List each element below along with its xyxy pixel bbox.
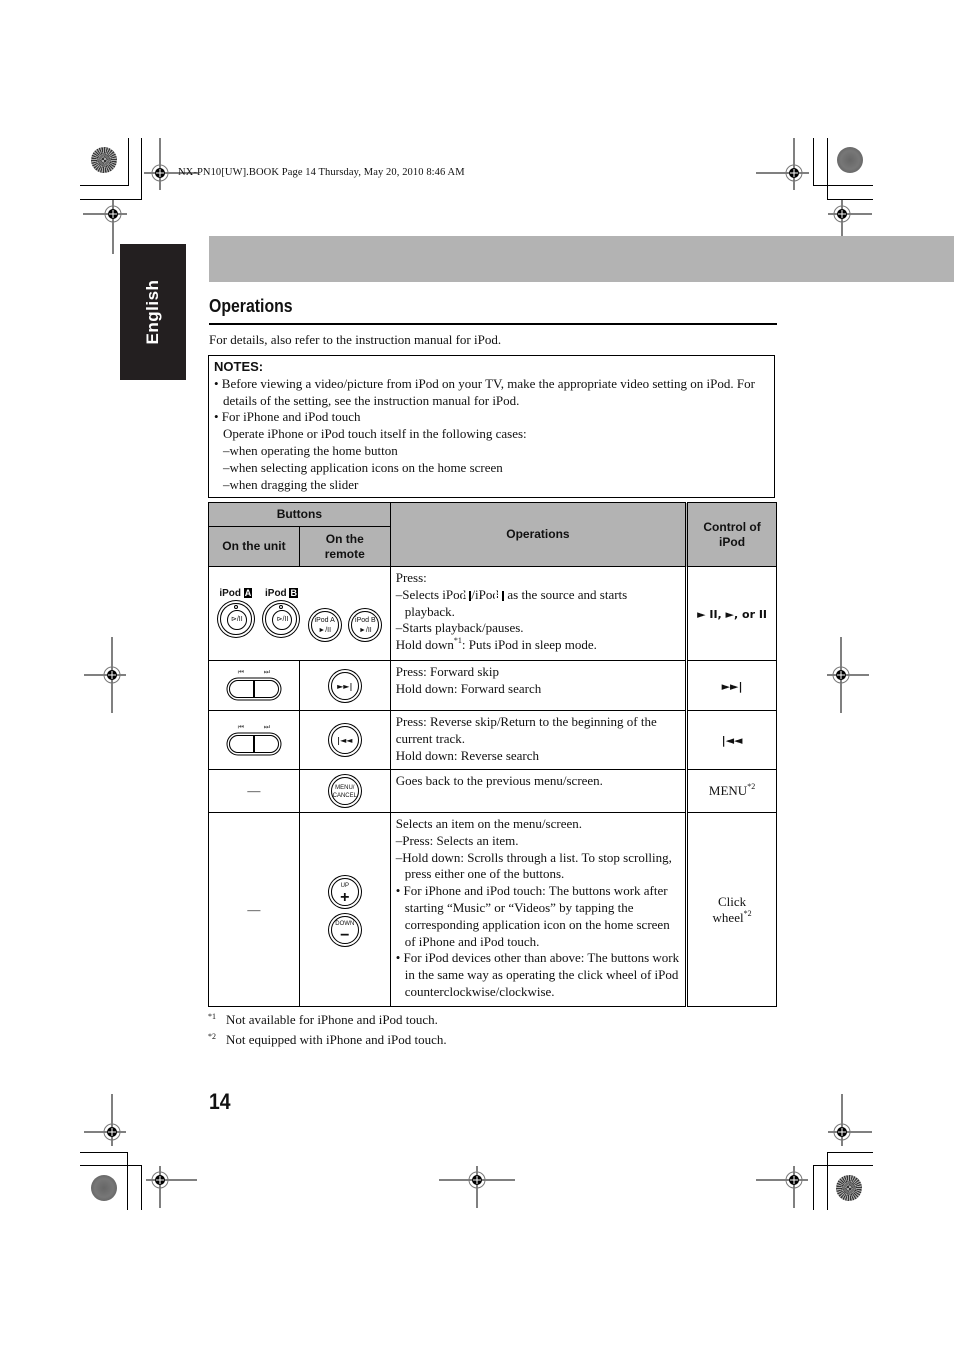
section-title: Operations	[209, 296, 293, 316]
table-row: — MENU/ CANCEL Goes back to the previous…	[208, 769, 777, 813]
control-cell: |◄◄	[685, 710, 777, 770]
unit-cell: ⏮ ⏭	[208, 710, 300, 770]
remote-cell: MENU/ CANCEL	[298, 769, 391, 813]
control-cell: ►►|	[685, 660, 777, 711]
buttons-cell: iPod A ⊳/II iPod B ⊳/II iPod A ►/II iPod…	[208, 566, 391, 661]
intro-text: For details, also refer to the instructi…	[209, 332, 502, 347]
operations-cell: Press: Reverse skip/Return to the beginn…	[389, 710, 688, 770]
note-subtext: Operate iPhone or iPod touch itself in t…	[223, 426, 527, 442]
note-item: • For iPhone and iPod touch	[214, 409, 361, 425]
remote-cell: UP + DOWN −	[298, 812, 391, 1007]
header-on-remote: On the remote	[298, 526, 391, 567]
note-case: –when selecting application icons on the…	[223, 459, 503, 475]
language-tab: English	[120, 244, 186, 380]
table-row: — UP + DOWN − Selects an item on the men…	[208, 812, 777, 1007]
footnote: *1 Not available for iPhone and iPod touc…	[208, 1012, 438, 1027]
header-bar	[209, 236, 954, 282]
table-row: ⏮ ⏭ ►►| Press: Forward skip Hold down: Fo…	[208, 660, 777, 711]
remote-cell: |◄◄	[298, 710, 391, 770]
notes-heading: NOTES:	[214, 359, 264, 374]
up-plus-button-icon: UP +	[330, 878, 359, 906]
control-cell: ► II, ►, or II	[685, 566, 777, 661]
note-case: –when dragging the slider	[223, 476, 359, 492]
table-row: ⏮ ⏭ |◄◄ Press: Reverse skip/Return to the…	[208, 710, 777, 770]
table-row: iPod A ⊳/II iPod B ⊳/II iPod A ►/II iPod…	[208, 566, 777, 661]
note-case: –when operating the home button	[223, 442, 398, 458]
ipod-b-unit-button: iPod B ⊳/II	[265, 588, 298, 639]
footnotes: *1 Not available for iPhone and iPod touc…	[208, 1008, 447, 1048]
note-item: • Before viewing a video/picture from iP…	[214, 375, 755, 408]
page-number: 14	[209, 1089, 231, 1114]
remote-ipod-b-button-icon: iPod B ►/II	[351, 611, 380, 639]
operations-table: Buttons Operations Control of iPod On th…	[208, 502, 777, 1007]
control-cell: Click wheel*2	[685, 812, 777, 1007]
title-rule	[209, 323, 777, 325]
skip-rocker-button-icon	[228, 680, 279, 698]
menu-cancel-button-icon: MENU/ CANCEL	[330, 777, 359, 805]
header-operations: Operations	[389, 502, 688, 567]
next-track-button-icon: ►►|	[330, 671, 359, 700]
ipod-a-unit-button: iPod A ⊳/II	[219, 588, 253, 639]
notes-box: NOTES: • Before viewing a video/picture …	[208, 355, 775, 498]
unit-cell: ⏮ ⏭	[208, 660, 300, 711]
skip-rocker-button-icon	[228, 734, 279, 753]
operations-cell: Press: Forward skip Hold down: Forward s…	[389, 660, 688, 711]
control-cell: MENU*2	[685, 769, 777, 813]
operations-cell: Goes back to the previous menu/screen.	[389, 769, 688, 813]
language-tab-label: English	[143, 279, 162, 345]
play-pause-button-icon: ⊳/II	[265, 603, 298, 635]
book-info-slug: NX-PN10[UW].BOOK Page 14 Thursday, May 2…	[178, 167, 465, 178]
footnote: *2 Not equipped with iPhone and iPod touc…	[208, 1032, 447, 1047]
unit-cell: —	[208, 769, 300, 813]
previous-track-button-icon: |◄◄	[330, 726, 359, 754]
unit-cell: —	[208, 812, 300, 1007]
remote-cell: ►►|	[298, 660, 391, 711]
operations-cell: Press: –Selects iPod A/iPod B as the sou…	[389, 566, 688, 661]
down-minus-button-icon: DOWN −	[330, 916, 359, 944]
header-on-unit: On the unit	[208, 526, 300, 567]
header-control: Control of iPod	[685, 502, 777, 567]
play-pause-button-icon: ⊳/II	[219, 603, 252, 635]
operations-cell: Selects an item on the menu/screen. –Pre…	[389, 812, 688, 1007]
header-buttons: Buttons	[208, 502, 391, 527]
remote-ipod-a-button-icon: iPod A ►/II	[310, 611, 339, 639]
